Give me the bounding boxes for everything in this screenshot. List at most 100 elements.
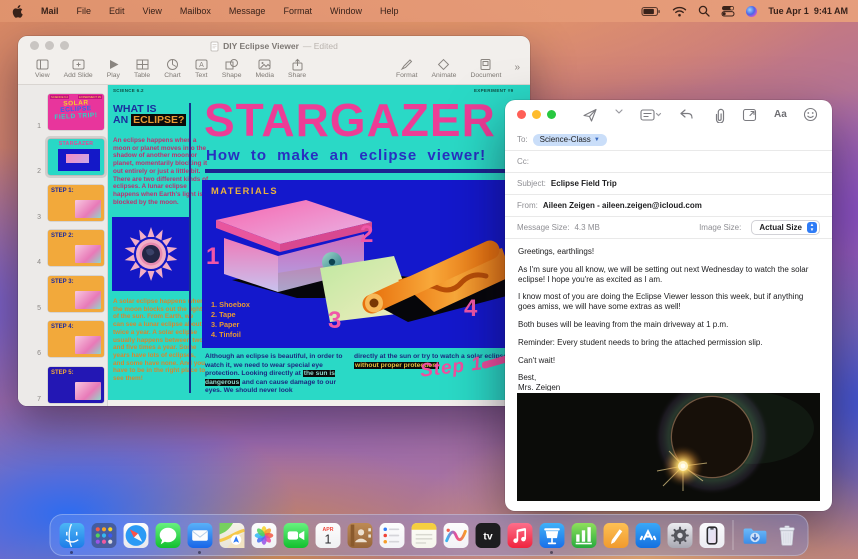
dock-safari-icon[interactable] <box>122 521 150 549</box>
slide-title: STARGAZER <box>204 93 496 147</box>
dock-maps-icon[interactable] <box>218 521 246 549</box>
menu-message[interactable]: Message <box>220 6 275 16</box>
dock-music-icon[interactable] <box>506 521 534 549</box>
toolbar-label: Chart <box>164 72 181 79</box>
dock-contacts-icon[interactable] <box>346 521 374 549</box>
menu-format[interactable]: Format <box>274 6 321 16</box>
dock-appletv-icon[interactable]: tv <box>474 521 502 549</box>
wifi-icon[interactable] <box>672 6 687 17</box>
dock-reminders-icon[interactable] <box>378 521 406 549</box>
dock-notes-icon[interactable] <box>410 521 438 549</box>
dock-appstore-icon[interactable] <box>634 521 662 549</box>
toolbar-more-button[interactable]: » <box>514 56 520 73</box>
toolbar-add-slide-button[interactable]: Add Slide <box>57 56 100 79</box>
toolbar-play-button[interactable]: Play <box>100 56 127 79</box>
menu-view[interactable]: View <box>134 6 171 16</box>
menu-window[interactable]: Window <box>321 6 371 16</box>
slide-thumbnail-2[interactable]: STARGAZER <box>45 136 107 178</box>
table-icon <box>136 58 149 71</box>
toolbar-table-button[interactable]: Table <box>127 56 157 79</box>
dock-settings-icon[interactable] <box>666 521 694 549</box>
menu-mail[interactable]: Mail <box>32 6 68 16</box>
toolbar-format-button[interactable]: Format <box>389 56 425 79</box>
toolbar-text-button[interactable]: AText <box>188 56 215 79</box>
slide-canvas[interactable]: SCIENCE 6.2 EXPERIMENT #9 WHAT IS AN ECL… <box>108 85 530 400</box>
from-value: Aileen Zeigen - aileen.zeigen@icloud.com <box>543 201 702 210</box>
dock-downloads-icon[interactable] <box>741 521 769 549</box>
apple-menu-icon[interactable] <box>10 5 24 18</box>
mail-window-controls <box>517 110 556 119</box>
reply-arrow-icon[interactable] <box>670 107 702 123</box>
dock-pages-icon[interactable] <box>602 521 630 549</box>
slide-thumbnail-4[interactable]: STEP 2: <box>45 227 107 269</box>
emoji-icon[interactable] <box>795 107 827 123</box>
toolbar-shape-button[interactable]: Shape <box>215 56 249 79</box>
chart-icon <box>166 58 179 71</box>
keynote-titlebar[interactable]: DIY Eclipse Viewer — Edited <box>18 36 530 56</box>
minimize-button[interactable] <box>45 41 54 50</box>
toolbar-document-button[interactable]: Document <box>463 56 508 79</box>
slide-thumbnail-3[interactable]: STEP 1: <box>45 182 107 224</box>
dock-messages-icon[interactable] <box>154 521 182 549</box>
dock-photos-icon[interactable] <box>250 521 278 549</box>
dock-numbers-icon[interactable] <box>570 521 598 549</box>
dock-finder-icon[interactable] <box>58 521 86 549</box>
from-field[interactable]: From: Aileen Zeigen - aileen.zeigen@iclo… <box>505 195 832 217</box>
toolbar-view-button[interactable]: View <box>28 56 57 79</box>
insert-image-icon[interactable] <box>734 107 766 123</box>
dock-freeform-icon[interactable] <box>442 521 470 549</box>
zoom-button[interactable] <box>60 41 69 50</box>
subject-field[interactable]: Subject: Eclipse Field Trip <box>505 173 832 195</box>
menu-help[interactable]: Help <box>371 6 408 16</box>
materials-list: 1. Shoebox2. Tape3. Paper4. Tinfoil <box>211 300 250 340</box>
toolbar-label: Animate <box>432 72 457 79</box>
image-size-select[interactable]: Actual Size ▲▼ <box>751 220 820 235</box>
toolbar-animate-button[interactable]: Animate <box>425 56 464 79</box>
message-body[interactable]: Greetings, earthlings!As I'm sure you al… <box>505 239 832 391</box>
siri-icon[interactable] <box>746 6 757 17</box>
toolbar-label: View <box>35 72 50 79</box>
minimize-button[interactable] <box>532 110 541 119</box>
toolbar-chart-button[interactable]: Chart <box>157 56 188 79</box>
to-field[interactable]: To: Science-Class▼ <box>505 129 832 151</box>
view-icon <box>36 58 49 71</box>
control-center-icon[interactable] <box>721 5 735 17</box>
close-button[interactable] <box>517 110 526 119</box>
slide-thumbnail-5[interactable]: STEP 3: <box>45 273 107 315</box>
battery-icon[interactable] <box>641 5 661 18</box>
send-icon[interactable] <box>574 107 606 123</box>
dock-iphone-mirroring-icon[interactable] <box>698 521 726 549</box>
dock-launchpad-icon[interactable] <box>90 521 118 549</box>
format-text-icon[interactable]: Aa <box>766 109 795 120</box>
close-button[interactable] <box>30 41 39 50</box>
menu-edit[interactable]: Edit <box>100 6 134 16</box>
zoom-button[interactable] <box>547 110 556 119</box>
menu-bar-clock[interactable]: Tue Apr 1 9:41 AM <box>768 6 848 16</box>
dock-keynote-icon[interactable] <box>538 521 566 549</box>
dock-trash-icon[interactable] <box>773 521 801 549</box>
attach-icon[interactable] <box>702 107 734 123</box>
toolbar-share-button[interactable]: Share <box>281 56 313 79</box>
search-icon[interactable] <box>698 5 710 17</box>
slide-thumbnail-1[interactable]: SCIENCE 6.2EXPERIMENT #9SOLARECLIPSEFIEL… <box>45 91 107 133</box>
dock-calendar-icon[interactable]: APR1 <box>314 521 342 549</box>
slide-thumbnail-6[interactable]: STEP 4: <box>45 318 107 360</box>
dock-facetime-icon[interactable] <box>282 521 310 549</box>
thumbnail-chip-left: SCIENCE 6.2 <box>50 95 69 99</box>
body-paragraph: Greetings, earthlings! <box>518 247 819 257</box>
slide-subtitle: How to make an eclipse viewer! <box>206 147 486 164</box>
eclipse-photo-attachment[interactable] <box>517 393 820 501</box>
recipient-token[interactable]: Science-Class▼ <box>533 134 607 146</box>
mail-toolbar[interactable]: Aa » <box>505 100 832 129</box>
more-icon[interactable]: » <box>827 109 832 121</box>
slide-thumbnail-row: 6STEP 4: <box>18 315 107 361</box>
menu-file[interactable]: File <box>68 6 101 16</box>
dock-mail-icon[interactable] <box>186 521 214 549</box>
slide-thumbnail-7[interactable]: STEP 5: <box>45 364 107 406</box>
menu-mailbox[interactable]: Mailbox <box>171 6 220 16</box>
header-fields-icon[interactable] <box>632 107 670 123</box>
send-options-chevron-icon[interactable] <box>606 107 632 123</box>
text-icon: A <box>195 58 208 71</box>
toolbar-media-button[interactable]: Media <box>248 56 281 79</box>
cc-field[interactable]: Cc: <box>505 151 832 173</box>
